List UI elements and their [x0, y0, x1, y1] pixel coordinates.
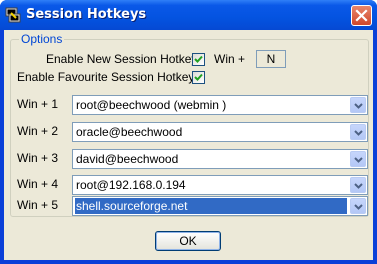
enable-new-session-label: Enable New Session Hotkey: [46, 52, 198, 66]
chevron-down-icon: [354, 103, 363, 109]
enable-new-session-checkbox[interactable]: [192, 53, 205, 66]
hotkey-combo-value-2: oracle@beechwood: [76, 125, 183, 139]
checkmark-icon: [194, 73, 203, 81]
new-session-key-field[interactable]: N: [256, 50, 286, 68]
hotkey-combo-4[interactable]: root@192.168.0.194: [72, 175, 368, 195]
hotkey-combo-value-1: root@beechwood (webmin ): [76, 98, 227, 112]
hotkey-combo-5[interactable]: shell.sourceforge.net: [72, 196, 368, 216]
dropdown-button-2[interactable]: [350, 124, 366, 140]
hotkey-label-5: Win + 5: [17, 198, 59, 212]
hotkey-combo-3[interactable]: david@beechwood: [72, 149, 368, 169]
chevron-down-icon: [354, 204, 363, 210]
dialog-window: Session Hotkeys Options Enable New Sessi…: [0, 0, 377, 264]
dropdown-button-5[interactable]: [350, 198, 366, 214]
hotkey-combo-value-4: root@192.168.0.194: [76, 178, 186, 192]
win-plus-label: Win +: [214, 52, 246, 66]
window-title: Session Hotkeys: [26, 7, 147, 22]
ok-button[interactable]: OK: [155, 231, 221, 251]
dialog-client-area: Options Enable New Session Hotkey Win + …: [4, 30, 373, 260]
dropdown-button-4[interactable]: [350, 177, 366, 193]
hotkey-label-1: Win + 1: [17, 97, 59, 111]
checkmark-icon: [194, 55, 203, 63]
hotkey-combo-value-3: david@beechwood: [76, 152, 179, 166]
enable-favourite-label: Enable Favourite Session Hotkeys: [17, 70, 201, 84]
hotkey-label-3: Win + 3: [17, 151, 59, 165]
title-bar[interactable]: Session Hotkeys: [0, 0, 377, 30]
hotkey-combo-value-5: shell.sourceforge.net: [75, 198, 347, 214]
chevron-down-icon: [354, 183, 363, 189]
options-groupbox: Options Enable New Session Hotkey Win + …: [10, 32, 369, 217]
close-icon: [355, 9, 368, 22]
dropdown-button-3[interactable]: [350, 151, 366, 167]
close-button[interactable]: [351, 5, 372, 26]
putty-icon: [5, 7, 21, 23]
hotkey-combo-2[interactable]: oracle@beechwood: [72, 122, 368, 142]
hotkey-label-4: Win + 4: [17, 177, 59, 191]
chevron-down-icon: [354, 130, 363, 136]
hotkey-combo-1[interactable]: root@beechwood (webmin ): [72, 95, 368, 115]
hotkey-label-2: Win + 2: [17, 124, 59, 138]
options-group-title: Options: [19, 32, 65, 46]
dropdown-button-1[interactable]: [350, 97, 366, 113]
chevron-down-icon: [354, 157, 363, 163]
enable-favourite-checkbox[interactable]: [192, 71, 205, 84]
